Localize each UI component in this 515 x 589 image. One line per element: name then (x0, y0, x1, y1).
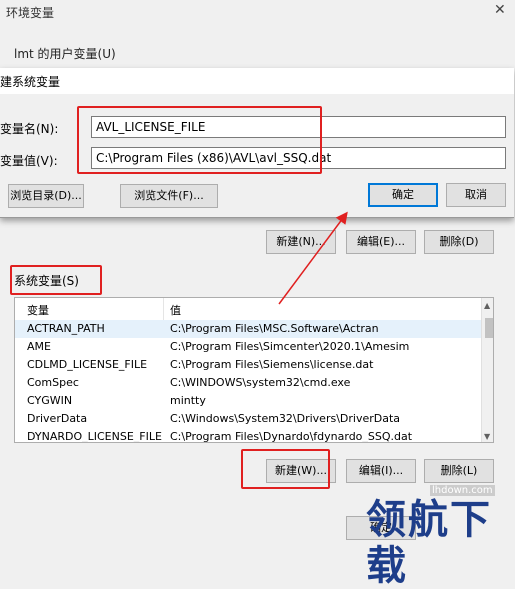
brand-watermark: 领航下载 (366, 497, 492, 589)
watermark-url: lhdown.com (430, 485, 495, 496)
annotation-arrow (278, 211, 348, 305)
